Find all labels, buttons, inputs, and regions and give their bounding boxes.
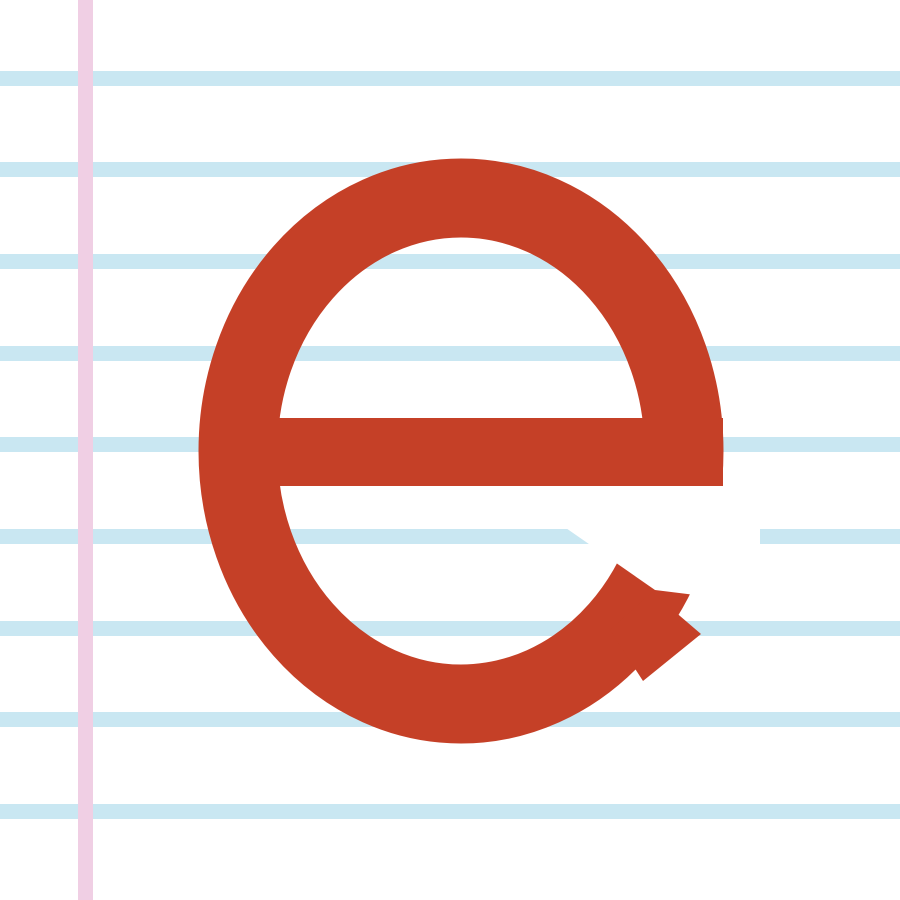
app-icon bbox=[0, 0, 900, 900]
logo-letter-e bbox=[198, 158, 760, 744]
logo-letter-crossbar bbox=[240, 418, 723, 486]
